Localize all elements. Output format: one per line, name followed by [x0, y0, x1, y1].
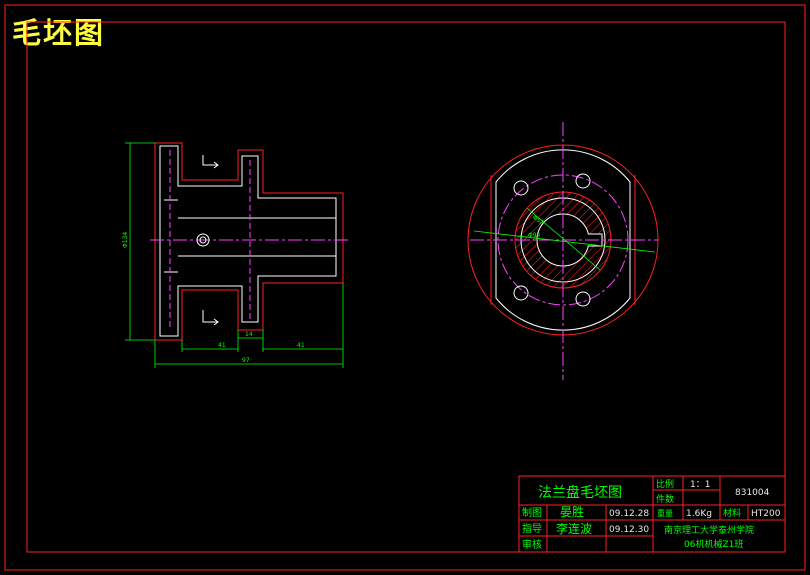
- dim-hole-1: Φ94: [528, 232, 541, 239]
- bolt-hole: [513, 180, 529, 196]
- guide-label: 指导: [522, 522, 542, 535]
- guide-name: 李连波: [556, 521, 592, 536]
- part-outline: [159, 145, 337, 337]
- weight-label: 重量: [657, 508, 673, 518]
- part-name: 法兰盘毛坯图: [538, 484, 622, 501]
- material-value: HT200: [751, 509, 781, 519]
- blank-outline: [154, 142, 344, 341]
- bolt-hole: [575, 291, 591, 307]
- guide-date: 09.12.30: [609, 525, 649, 535]
- side-view: Φ94 Φ52: [467, 122, 659, 380]
- dim-mid-width: 14: [245, 331, 253, 338]
- school-name: 南京理工大学泰州学院: [664, 524, 754, 536]
- front-view: 41 14 41 97 Φ134: [122, 142, 350, 368]
- weight-value: 1.6Kg: [686, 509, 712, 519]
- qty-label: 件数: [656, 493, 674, 505]
- review-label: 审核: [522, 538, 542, 551]
- made-date: 09.12.28: [609, 509, 649, 519]
- bolt-hole: [575, 173, 591, 189]
- outer-border: [4, 4, 806, 571]
- inner-border: [26, 21, 786, 553]
- made-label: 制图: [522, 506, 542, 519]
- class-name: 06机机械Z1班: [684, 538, 743, 550]
- scale-label: 比例: [656, 478, 674, 490]
- dim-left-width: 41: [218, 342, 226, 349]
- dim-right-width: 41: [297, 342, 305, 349]
- drawing-no: 831004: [735, 488, 770, 498]
- made-name: 晏胜: [560, 504, 584, 519]
- dim-height: Φ134: [122, 232, 129, 248]
- dim-total-width: 97: [242, 357, 250, 364]
- scale-value: 1：1: [690, 480, 710, 490]
- drawing-sheet: 41 14 41 97 Φ134 Φ94 Φ52 法兰盘毛坯图 比例 1：1 件…: [4, 4, 806, 571]
- material-label: 材料: [723, 507, 741, 519]
